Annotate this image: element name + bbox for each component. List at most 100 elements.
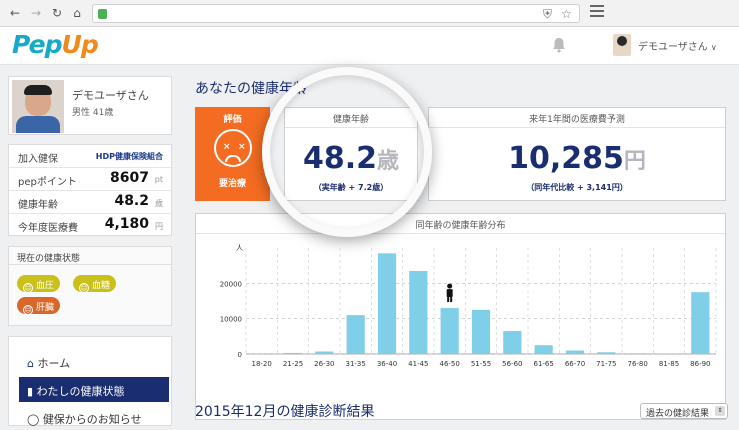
stat-unit: 円 <box>155 221 163 232</box>
forward-icon[interactable]: → <box>29 6 43 20</box>
stat-value: 4,180 <box>105 216 149 232</box>
profile-meta: 男性 41歳 <box>72 105 113 118</box>
bar-31-35 <box>347 315 365 354</box>
bar-36-40 <box>378 253 396 354</box>
bar-chart: 人 0 10000 20000 18-20 21-25 26-30 31-35 36-40 41-… <box>196 234 725 394</box>
stat-health-age: 健康年齢 48.2 歳 <box>9 191 171 214</box>
bar-66-70 <box>566 350 584 354</box>
frown-face-icon: ×× <box>214 129 252 167</box>
nav-label: ホーム <box>37 357 70 370</box>
x-tick-label: 76-80 <box>627 360 647 368</box>
big-number: 10,285 <box>508 141 624 176</box>
badge-blood-pressure[interactable]: ☺血圧 <box>17 275 60 292</box>
bar-86-90 <box>691 292 709 354</box>
badge-label: 肝臓 <box>36 303 54 313</box>
side-nav: ⌂ ホーム ▮ わたしの健康状態 ◯ 健保からのお知らせ <box>8 336 172 426</box>
medical-cost-sub: （同年代比較 + 3,141円） <box>429 182 725 193</box>
stat-unit: pt <box>155 175 163 184</box>
bar-46-50 <box>441 308 459 354</box>
chart-title: 同年齢の健康年齢分布 <box>196 214 725 234</box>
stat-label: 今年度医療費 <box>18 219 78 234</box>
magnifier-ring <box>262 67 432 237</box>
nav-home[interactable]: ⌂ ホーム <box>19 349 169 374</box>
stat-medical-cost: 今年度医療費 4,180 円 <box>9 214 171 237</box>
box-title: 来年1年間の医療費予測 <box>429 108 725 128</box>
user-name: デモユーザさん <box>638 42 708 53</box>
person-marker-icon <box>447 284 452 289</box>
profile-card: デモユーザさん 男性 41歳 <box>8 76 172 135</box>
app-header: PepUp デモユーザさん∨ <box>0 27 739 65</box>
main-content: あなたの健康年齢 評価 ×× 要治療 健康年齢 48.2歳 （実年齢 + 7.2… <box>182 65 739 420</box>
x-tick-label: 61-65 <box>533 360 553 368</box>
x-tick-label: 56-60 <box>502 360 522 368</box>
stat-label: 加入健保 <box>18 150 58 165</box>
back-icon[interactable]: ← <box>8 6 22 20</box>
address-bar[interactable]: ⛨ ☆ <box>92 4 580 23</box>
stat-insurance: 加入健保 HDP健康保険組合 <box>9 145 171 168</box>
x-tick-label: 41-45 <box>408 360 428 368</box>
nav-notices[interactable]: ◯ 健保からのお知らせ <box>19 405 169 430</box>
x-tick-label: 31-35 <box>345 360 365 368</box>
bell-icon[interactable] <box>552 37 566 53</box>
x-tick-label: 18-20 <box>251 360 271 368</box>
chevron-updown-icon: ⇕ <box>715 406 725 416</box>
user-avatar[interactable] <box>613 34 631 56</box>
logo-main: Pep <box>12 30 62 59</box>
pepup-logo[interactable]: PepUp <box>12 30 98 59</box>
badge-label: 血糖 <box>92 281 110 291</box>
badge-blood-sugar[interactable]: ☺血糖 <box>73 275 116 292</box>
health-state-title: 現在の健康状態 <box>9 247 171 265</box>
stat-label: 健康年齢 <box>18 196 58 211</box>
x-tick-label: 81-85 <box>659 360 679 368</box>
profile-name: デモユーザさん <box>72 87 149 103</box>
x-tick-label: 21-25 <box>283 360 303 368</box>
bar-61-65 <box>535 345 553 354</box>
x-tick-label: 86-90 <box>690 360 710 368</box>
shield-icon[interactable]: ⛨ <box>543 7 552 22</box>
y-tick-label: 0 <box>238 351 242 359</box>
person-marker-leg <box>450 297 452 302</box>
nav-label: わたしの健康状態 <box>37 385 125 398</box>
big-unit: 円 <box>624 149 646 174</box>
y-tick-label: 20000 <box>220 280 242 288</box>
user-menu[interactable]: デモユーザさん∨ <box>638 38 717 53</box>
x-tick-label: 46-50 <box>439 360 459 368</box>
smile-icon: ☺ <box>79 283 89 293</box>
bar-56-60 <box>503 331 521 354</box>
bar-21-25 <box>284 353 302 354</box>
health-state-card: 現在の健康状態 ☺血圧 ☺血糖 ☹肝臓 <box>8 246 172 326</box>
person-marker-leg <box>447 297 449 302</box>
medical-cost-box: 来年1年間の医療費予測 10,285円 （同年代比較 + 3,141円） <box>428 107 726 201</box>
stat-points: pepポイント 8607 pt <box>9 168 171 191</box>
stat-unit: 歳 <box>155 198 163 209</box>
badge-liver[interactable]: ☹肝臓 <box>17 297 60 314</box>
bar-71-75 <box>597 352 615 354</box>
star-icon[interactable]: ☆ <box>561 7 572 21</box>
past-results-dropdown[interactable]: 過去の健診結果 ⇕ <box>640 403 728 419</box>
y-axis-label: 人 <box>236 244 243 252</box>
x-tick-label: 51-55 <box>471 360 491 368</box>
x-tick-label: 26-30 <box>314 360 334 368</box>
stat-value: 48.2 <box>114 193 149 209</box>
avatar <box>12 80 64 133</box>
x-tick-label: 36-40 <box>377 360 397 368</box>
x-tick-label: 66-70 <box>565 360 585 368</box>
evaluation-card: 評価 ×× 要治療 <box>195 107 270 201</box>
person-marker-body <box>447 289 453 297</box>
reload-icon[interactable]: ↻ <box>50 6 64 20</box>
dropdown-value: 過去の健診結果 <box>646 409 709 419</box>
nav-health[interactable]: ▮ わたしの健康状態 <box>19 377 169 402</box>
bar-26-30 <box>315 352 333 354</box>
browser-toolbar: ← → ↻ ⌂ ⛨ ☆ <box>0 0 739 27</box>
checkup-title: 2015年12月の健康診断結果 <box>195 401 374 421</box>
distribution-chart: 同年齢の健康年齢分布 人 0 10000 20000 18-20 21-25 26-30 31… <box>195 213 726 420</box>
bar-51-55 <box>472 310 490 354</box>
home-icon[interactable]: ⌂ <box>70 6 84 20</box>
hamburger-icon[interactable] <box>590 5 604 19</box>
stat-value: 8607 <box>110 170 149 186</box>
y-tick-label: 10000 <box>220 316 242 324</box>
eval-result: 要治療 <box>195 176 270 189</box>
stat-label: pepポイント <box>18 173 77 188</box>
lock-icon <box>98 9 107 19</box>
bar-76-80 <box>629 353 647 354</box>
